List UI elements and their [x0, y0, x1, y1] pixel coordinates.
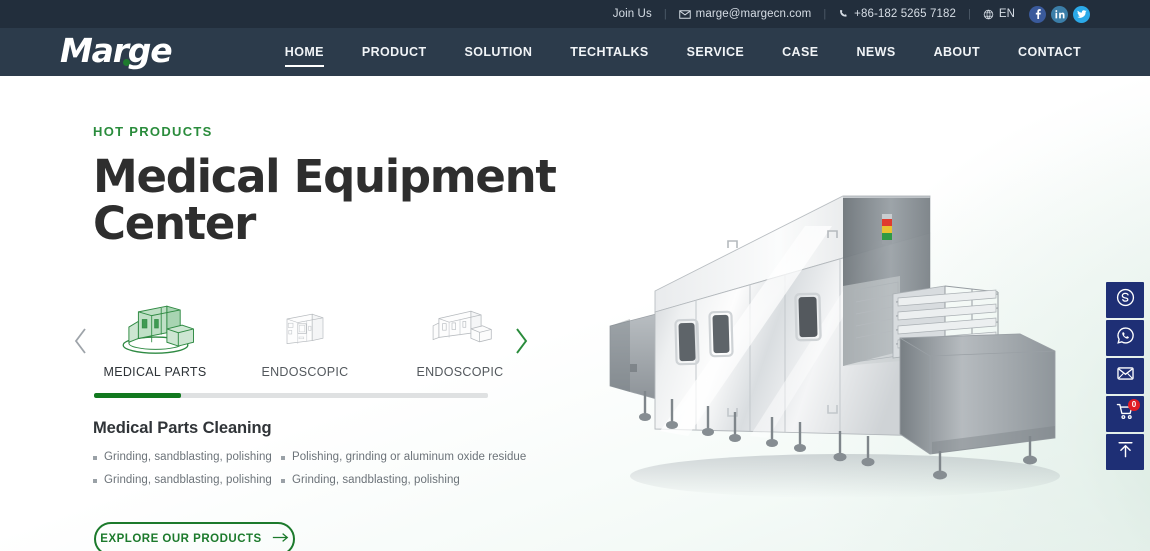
spec-item-label: Grinding, sandblasting, polishing [104, 451, 272, 463]
explore-products-label: EXPLORE OUR PRODUCTS [100, 533, 262, 545]
envelope-icon [678, 9, 691, 19]
product-specs-list: Grinding, sandblasting, polishing Polish… [93, 451, 543, 486]
carousel-item-label: MEDICAL PARTS [103, 365, 207, 379]
phone-item[interactable]: +86-182 5265 7182 [838, 8, 956, 20]
cart-badge: 0 [1128, 399, 1140, 411]
carousel-item-label: ENDOSCOPIC [261, 365, 349, 379]
social-links [1029, 5, 1090, 23]
bullet-icon [93, 479, 97, 483]
carousel-progress-bar[interactable] [94, 393, 488, 398]
nav-item-contact[interactable]: CONTACT [999, 28, 1100, 76]
email-text: marge@margecn.com [695, 8, 812, 20]
bullet-icon [93, 456, 97, 460]
spec-item-label: Polishing, grinding or aluminum oxide re… [292, 451, 527, 463]
nav-menu: HOME PRODUCT SOLUTION TECHTALKS SERVICE … [266, 28, 1100, 76]
nav-item-home[interactable]: HOME [266, 28, 343, 76]
nav-item-product[interactable]: PRODUCT [343, 28, 446, 76]
nav-item-case[interactable]: CASE [763, 28, 837, 76]
endoscopic-tunnel-icon [400, 298, 520, 356]
language-label: EN [998, 8, 1015, 20]
carousel-prev-button[interactable] [70, 326, 92, 360]
divider: | [663, 8, 667, 20]
floating-action-rail: 0 [1106, 282, 1144, 470]
nav-item-news[interactable]: NEWS [837, 28, 914, 76]
carousel-item-endoscopic-2[interactable]: ENDOSCOPIC [400, 298, 520, 379]
page-title: Medical Equipment Center [93, 150, 557, 251]
carousel-progress-fill [94, 393, 181, 398]
medical-parts-machine-icon [95, 298, 215, 356]
chevron-right-icon [511, 326, 531, 361]
carousel-next-button[interactable] [510, 326, 532, 360]
top-utility-bar: Join Us | marge@margecn.com | +86-182 52… [0, 0, 1150, 28]
carousel-thumbnails: MEDICAL PARTS ENDOSCOPIC ENDOSCOPIC [70, 298, 528, 393]
spec-item-label: Grinding, sandblasting, polishing [104, 474, 272, 486]
join-us-label: Join Us [612, 8, 652, 20]
hero-section: HOT PRODUCTS Medical Equipment Center ME… [0, 76, 1150, 551]
carousel-item-medical-parts[interactable]: MEDICAL PARTS [95, 298, 215, 379]
product-specs: Medical Parts Cleaning Grinding, sandbla… [93, 419, 543, 486]
nav-item-solution[interactable]: SOLUTION [446, 28, 552, 76]
phone-icon [838, 9, 849, 20]
bullet-icon [281, 479, 285, 483]
globe-icon [983, 9, 994, 20]
main-navigation-bar: Marge HOME PRODUCT SOLUTION TECHTALKS SE… [0, 28, 1150, 76]
linkedin-icon[interactable] [1051, 5, 1068, 23]
back-to-top-icon [1116, 440, 1135, 464]
explore-products-button[interactable]: EXPLORE OUR PRODUCTS [94, 522, 295, 551]
skype-button[interactable] [1106, 282, 1144, 318]
product-hero-image [600, 186, 1070, 516]
hero-text-block: HOT PRODUCTS Medical Equipment Center [93, 124, 613, 248]
spec-item: Polishing, grinding or aluminum oxide re… [281, 451, 543, 463]
logo-accent-dot [123, 58, 130, 66]
divider: | [823, 8, 827, 20]
carousel-item-endoscopic-1[interactable]: ENDOSCOPIC [245, 298, 365, 379]
carousel-item-label: ENDOSCOPIC [416, 365, 504, 379]
bullet-icon [281, 456, 285, 460]
email-button[interactable] [1106, 358, 1144, 394]
product-specs-heading: Medical Parts Cleaning [93, 419, 272, 437]
divider: | [967, 8, 971, 20]
back-to-top-button[interactable] [1106, 434, 1144, 470]
brand-logo[interactable]: Marge [60, 30, 173, 70]
email-icon [1116, 364, 1135, 388]
nav-item-techtalks[interactable]: TECHTALKS [551, 28, 667, 76]
nav-item-service[interactable]: SERVICE [668, 28, 763, 76]
chevron-left-icon [71, 326, 91, 361]
phone-text: +86-182 5265 7182 [854, 8, 956, 20]
email-item[interactable]: marge@margecn.com [678, 8, 812, 20]
nav-item-about[interactable]: ABOUT [915, 28, 999, 76]
join-us-link[interactable]: Join Us [613, 8, 652, 20]
spec-item: Grinding, sandblasting, polishing [93, 474, 272, 486]
whatsapp-icon [1116, 326, 1135, 350]
spec-item: Grinding, sandblasting, polishing [93, 451, 272, 463]
product-carousel: MEDICAL PARTS ENDOSCOPIC ENDOSCOPIC [70, 298, 528, 398]
facebook-icon[interactable] [1029, 5, 1046, 23]
spec-item: Grinding, sandblasting, polishing [281, 474, 543, 486]
cart-button[interactable]: 0 [1106, 396, 1144, 432]
whatsapp-button[interactable] [1106, 320, 1144, 356]
arrow-right-icon [272, 530, 289, 548]
language-selector[interactable]: EN [983, 8, 1015, 20]
skype-icon [1116, 288, 1135, 312]
hero-eyebrow: HOT PRODUCTS [93, 124, 213, 139]
endoscopic-cabinet-icon [245, 298, 365, 356]
twitter-icon[interactable] [1073, 5, 1090, 23]
spec-item-label: Grinding, sandblasting, polishing [292, 474, 460, 486]
brand-logo-text: Marge [60, 30, 173, 70]
